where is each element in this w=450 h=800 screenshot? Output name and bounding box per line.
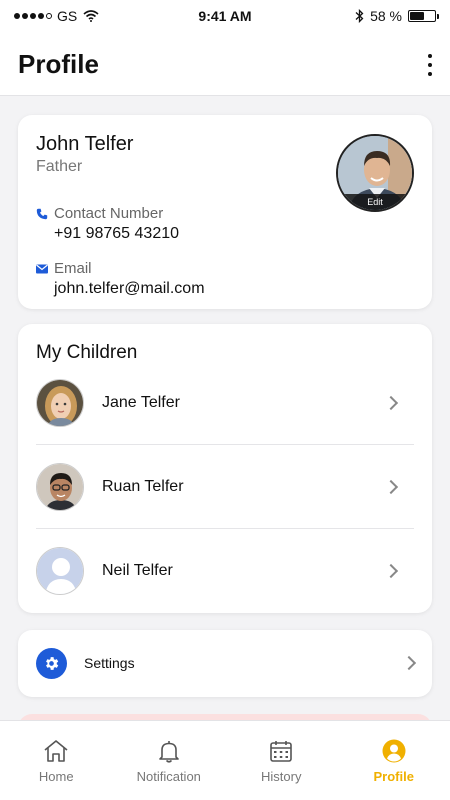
child-avatar — [36, 547, 84, 595]
child-name: Neil Telfer — [102, 562, 173, 579]
child-item-neil[interactable]: Neil Telfer — [36, 529, 414, 613]
contact-row: Contact Number — [36, 205, 163, 222]
contact-label: Contact Number — [54, 205, 164, 222]
tab-home[interactable]: Home — [0, 721, 113, 800]
child-item-jane[interactable]: Jane Telfer — [36, 361, 414, 445]
phone-icon — [36, 208, 48, 219]
settings-label: Settings — [84, 655, 135, 671]
tab-label: Profile — [373, 769, 414, 784]
settings-row[interactable]: Settings — [18, 630, 432, 697]
status-right: 58 % — [355, 8, 439, 24]
profile-avatar[interactable]: Edit — [336, 134, 414, 212]
child-avatar — [36, 378, 84, 427]
chevron-right-icon — [383, 479, 399, 494]
child-name: Ruan Telfer — [102, 477, 184, 495]
tab-label: Home — [38, 769, 74, 784]
bottom-tab-bar: Home Notification History Profile — [0, 720, 450, 800]
avatar-edit-label[interactable]: Edit — [338, 194, 412, 210]
battery-percent: 58 % — [370, 8, 402, 24]
children-card: My Children Jane Telfer Ruan Telfer Neil… — [18, 324, 432, 613]
battery-icon — [408, 10, 439, 22]
tab-notification[interactable]: Notification — [113, 721, 226, 800]
page-title: Profile — [18, 49, 99, 79]
email-value: john.telfer@mail.com — [54, 280, 205, 297]
user-icon — [382, 739, 406, 763]
chevron-right-icon — [401, 655, 417, 671]
child-avatar — [36, 462, 84, 511]
home-icon — [44, 740, 68, 762]
profile-card: John Telfer Father Edit Contact Number +… — [18, 115, 432, 309]
child-item-ruan[interactable]: Ruan Telfer — [36, 445, 414, 529]
tab-label: Notification — [136, 769, 201, 784]
email-label: Email — [54, 260, 92, 277]
bluetooth-icon — [355, 9, 364, 23]
app-header: Profile — [0, 32, 450, 96]
more-options-icon[interactable] — [424, 54, 436, 76]
calendar-icon — [270, 741, 293, 762]
email-row: Email — [36, 260, 92, 277]
battery-level — [410, 12, 424, 20]
bell-icon — [158, 741, 179, 763]
child-name: Jane Telfer — [102, 393, 180, 411]
tab-label: History — [261, 769, 302, 784]
status-bar: GS 9:41 AM 58 % — [0, 0, 450, 32]
user-placeholder-icon — [37, 548, 83, 594]
boy-photo — [37, 463, 83, 510]
gear-icon — [36, 648, 67, 679]
tab-profile[interactable]: Profile — [338, 721, 450, 800]
chevron-right-icon — [383, 563, 399, 579]
chevron-right-icon — [383, 395, 399, 410]
girl-photo — [37, 379, 83, 426]
parent-name: John Telfer — [36, 133, 134, 155]
contact-value: +91 98765 43210 — [54, 225, 180, 242]
parent-role: Father — [36, 158, 83, 175]
mail-icon — [36, 264, 48, 273]
tab-history[interactable]: History — [225, 721, 338, 800]
